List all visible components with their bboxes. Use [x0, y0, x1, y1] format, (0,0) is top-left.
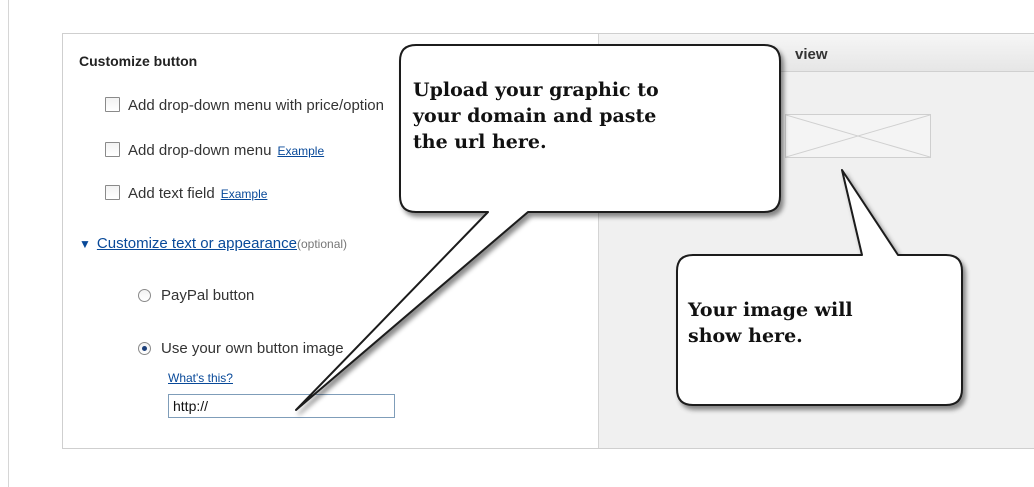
option-dropdown-price[interactable]: Add drop-down menu with price/option [105, 97, 384, 114]
checkbox[interactable] [105, 185, 120, 200]
button-image-preview [785, 114, 931, 158]
callout-line: Your image will [688, 299, 853, 321]
preview-title: view [795, 46, 828, 63]
callout-line: your domain and paste [413, 105, 657, 127]
preview-column: view [598, 34, 1034, 448]
callout-line: the url here. [413, 131, 547, 153]
customize-appearance-link[interactable]: Customize text or appearance [97, 235, 297, 252]
option-label: Add text field [128, 185, 215, 202]
example-link[interactable]: Example [277, 144, 324, 158]
radio-unchecked-icon[interactable] [138, 289, 151, 302]
radio-paypal-button[interactable]: PayPal button [138, 287, 254, 304]
preview-header: view [599, 34, 1034, 72]
customize-appearance-toggle[interactable]: ▼ Customize text or appearance(optional) [79, 235, 347, 252]
option-label: Add drop-down menu [128, 142, 272, 159]
radio-own-image[interactable]: Use your own button image [138, 340, 344, 357]
section-title: Customize button [79, 53, 198, 69]
radio-label: Use your own button image [161, 340, 344, 357]
callout-line: Upload your graphic to [413, 79, 659, 101]
checkbox[interactable] [105, 97, 120, 112]
radio-checked-icon[interactable] [138, 342, 151, 355]
whats-this-link[interactable]: What's this? [168, 371, 233, 385]
image-url-input[interactable] [168, 394, 395, 418]
callout-line: show here. [688, 325, 803, 347]
triangle-down-icon: ▼ [79, 237, 91, 251]
page-left-rule [8, 0, 9, 487]
radio-label: PayPal button [161, 287, 255, 304]
upload-callout-text: Upload your graphic to your domain and p… [413, 77, 659, 155]
optional-label: (optional) [297, 237, 348, 251]
example-link[interactable]: Example [221, 187, 268, 201]
image-callout-text: Your image will show here. [688, 297, 853, 349]
option-text-field[interactable]: Add text field Example [105, 185, 267, 202]
option-dropdown-menu[interactable]: Add drop-down menu Example [105, 142, 324, 159]
checkbox[interactable] [105, 142, 120, 157]
option-label: Add drop-down menu with price/option [128, 97, 384, 114]
